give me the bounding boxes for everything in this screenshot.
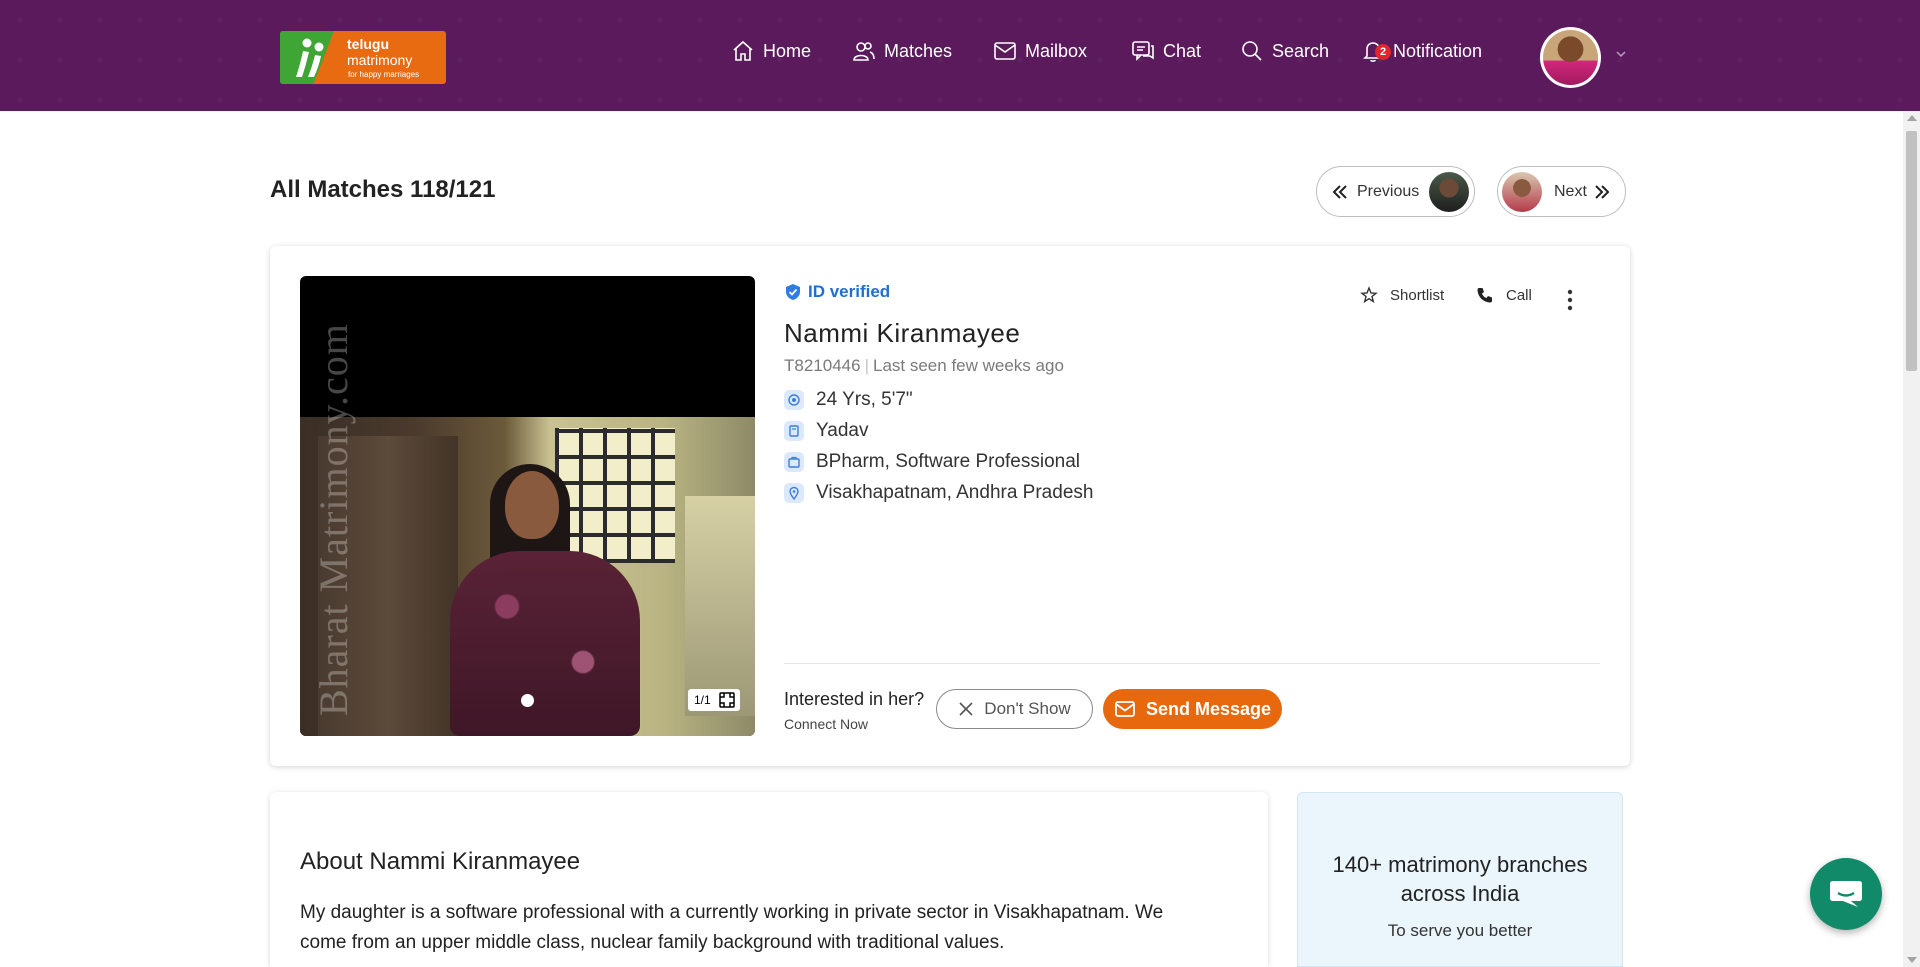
logo-couple-icon bbox=[296, 38, 324, 77]
shortlist-button[interactable]: Shortlist bbox=[1360, 286, 1444, 304]
about-title: About Nammi Kiranmayee bbox=[300, 848, 581, 875]
nav-chat-label: Chat bbox=[1163, 40, 1202, 61]
about-text: My daughter is a software professional w… bbox=[300, 902, 1164, 953]
photo-carousel-dot[interactable] bbox=[521, 694, 534, 707]
notification-badge: 2 bbox=[1375, 44, 1391, 60]
last-seen: Last seen few weeks ago bbox=[873, 356, 1064, 375]
location-row: Visakhapatnam, Andhra Pradesh bbox=[784, 482, 1093, 504]
next-label: Next bbox=[1554, 182, 1587, 200]
nav-search-label: Search bbox=[1272, 40, 1330, 61]
matches-icon bbox=[853, 42, 875, 61]
branches-heading: 140+ matrimony branches across India bbox=[1332, 852, 1588, 906]
nav-notification[interactable]: 2 Notification bbox=[1361, 36, 1482, 66]
mailbox-icon bbox=[994, 42, 1016, 60]
nav-matches-label: Matches bbox=[884, 40, 953, 61]
envelope-icon bbox=[1115, 701, 1135, 717]
separator: | bbox=[864, 356, 869, 375]
send-message-button[interactable]: Send Message bbox=[1103, 689, 1282, 729]
age-icon bbox=[784, 390, 804, 410]
call-button[interactable]: Call bbox=[1476, 286, 1532, 304]
chat-bubble-icon bbox=[1830, 881, 1862, 907]
next-profile-button[interactable]: Next bbox=[1497, 166, 1626, 217]
top-header: telugu matrimony for happy marriages Hom… bbox=[0, 0, 1920, 111]
double-chevron-right-icon bbox=[1595, 184, 1610, 199]
community-value: Yadav bbox=[816, 420, 869, 441]
chevron-down-icon[interactable] bbox=[1615, 48, 1627, 60]
more-options-icon[interactable] bbox=[1565, 288, 1575, 312]
previous-profile-button[interactable]: Previous bbox=[1316, 166, 1475, 217]
community-icon bbox=[784, 421, 804, 441]
scroll-up-arrow[interactable] bbox=[1907, 115, 1917, 121]
location-value: Visakhapatnam, Andhra Pradesh bbox=[816, 482, 1094, 503]
branches-banner[interactable]: 140+ matrimony branches across India To … bbox=[1297, 792, 1623, 967]
briefcase-icon bbox=[784, 452, 804, 472]
age-height-value: 24 Yrs, 5'7" bbox=[816, 389, 913, 410]
logo-tagline: for happy marriages bbox=[348, 70, 420, 79]
photo-person-face bbox=[505, 471, 559, 539]
profile-photo[interactable]: Bharat Matrimony.com 1/1 bbox=[300, 276, 755, 736]
profile-id-line: T8210446 | Last seen few weeks ago bbox=[784, 356, 1064, 376]
telugu-matrimony-logo[interactable]: telugu matrimony for happy marriages bbox=[280, 31, 446, 84]
photo-counter-text: 1/1 bbox=[694, 693, 711, 707]
branches-subtext: To serve you better bbox=[1387, 921, 1533, 940]
previous-profile-thumbnail bbox=[1429, 171, 1470, 212]
scroll-down-arrow[interactable] bbox=[1907, 957, 1917, 963]
home-icon bbox=[733, 40, 753, 61]
previous-label: Previous bbox=[1357, 182, 1420, 200]
profile-id: T8210446 bbox=[784, 356, 861, 375]
profile-card: Bharat Matrimony.com 1/1 ID verified Nam… bbox=[270, 246, 1630, 766]
scroll-thumb[interactable] bbox=[1906, 131, 1917, 371]
chat-support-button[interactable] bbox=[1810, 858, 1882, 930]
nav-mailbox-label: Mailbox bbox=[1025, 40, 1088, 61]
id-verified-badge: ID verified bbox=[784, 282, 890, 302]
call-label: Call bbox=[1506, 286, 1532, 304]
user-avatar[interactable] bbox=[1540, 27, 1601, 88]
shortlist-label: Shortlist bbox=[1390, 286, 1445, 304]
id-verified-label: ID verified bbox=[808, 282, 891, 301]
nav-search[interactable]: Search bbox=[1240, 36, 1329, 66]
next-profile-thumbnail bbox=[1502, 171, 1542, 212]
nav-mailbox[interactable]: Mailbox bbox=[993, 36, 1087, 66]
age-height-row: 24 Yrs, 5'7" bbox=[784, 389, 913, 411]
chat-icon bbox=[1132, 41, 1154, 61]
education-value: BPharm, Software Professional bbox=[816, 451, 1081, 472]
dont-show-button[interactable]: Don't Show bbox=[936, 689, 1093, 729]
close-icon bbox=[959, 702, 973, 716]
search-icon bbox=[1242, 41, 1262, 61]
nav-matches[interactable]: Matches bbox=[852, 36, 952, 66]
nav-home[interactable]: Home bbox=[731, 36, 811, 66]
photo-shelf bbox=[685, 496, 755, 716]
gallery-icon bbox=[719, 692, 735, 708]
double-chevron-left-icon bbox=[1332, 184, 1347, 199]
photo-counter[interactable]: 1/1 bbox=[688, 689, 740, 711]
verified-shield-icon bbox=[786, 284, 800, 300]
about-section: About Nammi Kiranmayee My daughter is a … bbox=[270, 792, 1268, 967]
nav-chat[interactable]: Chat bbox=[1131, 36, 1201, 66]
logo-text-matrimony: matrimony bbox=[347, 52, 413, 68]
photo-person-dress bbox=[450, 551, 640, 736]
profile-name: Nammi Kiranmayee bbox=[784, 318, 1021, 348]
education-row: BPharm, Software Professional bbox=[784, 451, 1080, 473]
dont-show-label: Don't Show bbox=[984, 699, 1071, 718]
location-pin-icon bbox=[784, 483, 804, 503]
card-divider bbox=[784, 663, 1600, 664]
community-row: Yadav bbox=[784, 420, 868, 442]
page-title: All Matches 118/121 bbox=[270, 176, 496, 203]
nav-notification-label: Notification bbox=[1393, 40, 1483, 61]
logo-text-telugu: telugu bbox=[347, 36, 389, 52]
star-icon bbox=[1360, 286, 1378, 304]
phone-icon bbox=[1477, 288, 1492, 303]
page-scrollbar[interactable] bbox=[1903, 111, 1920, 967]
send-message-label: Send Message bbox=[1145, 698, 1272, 719]
connect-now-label: Connect Now bbox=[784, 716, 869, 732]
nav-home-label: Home bbox=[763, 40, 812, 61]
photo-window bbox=[555, 428, 675, 563]
photo-watermark: Bharat Matrimony.com bbox=[311, 323, 356, 716]
interest-question: Interested in her? bbox=[784, 689, 925, 709]
user-avatar-photo bbox=[1543, 30, 1598, 85]
